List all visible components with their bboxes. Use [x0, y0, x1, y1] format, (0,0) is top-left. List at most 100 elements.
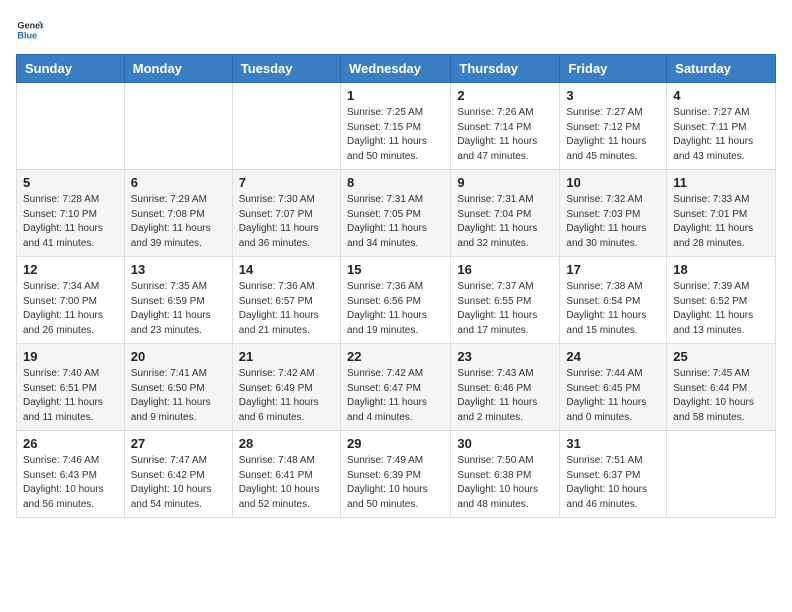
column-header-friday: Friday	[560, 55, 667, 83]
calendar-cell: 21 Sunrise: 7:42 AM Sunset: 6:49 PM Dayli…	[232, 344, 340, 431]
day-info: Sunrise: 7:33 AM Sunset: 7:01 PM Dayligh…	[673, 193, 769, 251]
day-info: Sunrise: 7:26 AM Sunset: 7:14 PM Dayligh…	[457, 106, 553, 164]
calendar-cell: 2 Sunrise: 7:26 AM Sunset: 7:14 PM Daylig…	[451, 83, 560, 170]
calendar-week-row: 26 Sunrise: 7:46 AM Sunset: 6:43 PM Dayli…	[17, 431, 776, 518]
day-number: 1	[347, 88, 444, 103]
calendar-week-row: 12 Sunrise: 7:34 AM Sunset: 7:00 PM Dayli…	[17, 257, 776, 344]
calendar-cell: 15 Sunrise: 7:36 AM Sunset: 6:56 PM Dayli…	[340, 257, 450, 344]
calendar-week-row: 5 Sunrise: 7:28 AM Sunset: 7:10 PM Daylig…	[17, 170, 776, 257]
calendar-cell: 30 Sunrise: 7:50 AM Sunset: 6:38 PM Dayli…	[451, 431, 560, 518]
day-number: 21	[239, 349, 334, 364]
day-info: Sunrise: 7:32 AM Sunset: 7:03 PM Dayligh…	[566, 193, 660, 251]
logo-icon: General Blue	[16, 16, 44, 44]
day-info: Sunrise: 7:31 AM Sunset: 7:05 PM Dayligh…	[347, 193, 444, 251]
day-number: 25	[673, 349, 769, 364]
day-info: Sunrise: 7:36 AM Sunset: 6:57 PM Dayligh…	[239, 280, 334, 338]
day-number: 4	[673, 88, 769, 103]
day-info: Sunrise: 7:31 AM Sunset: 7:04 PM Dayligh…	[457, 193, 553, 251]
calendar-cell: 12 Sunrise: 7:34 AM Sunset: 7:00 PM Dayli…	[17, 257, 125, 344]
day-info: Sunrise: 7:44 AM Sunset: 6:45 PM Dayligh…	[566, 367, 660, 425]
day-info: Sunrise: 7:51 AM Sunset: 6:37 PM Dayligh…	[566, 454, 660, 512]
day-info: Sunrise: 7:30 AM Sunset: 7:07 PM Dayligh…	[239, 193, 334, 251]
day-info: Sunrise: 7:42 AM Sunset: 6:49 PM Dayligh…	[239, 367, 334, 425]
day-number: 19	[23, 349, 118, 364]
day-number: 9	[457, 175, 553, 190]
day-info: Sunrise: 7:37 AM Sunset: 6:55 PM Dayligh…	[457, 280, 553, 338]
calendar-cell: 28Sunrise: 7:48 AM Sunset: 6:41 PM Dayli…	[232, 431, 340, 518]
day-number: 31	[566, 436, 660, 451]
day-info: Sunrise: 7:36 AM Sunset: 6:56 PM Dayligh…	[347, 280, 444, 338]
calendar-cell	[17, 83, 125, 170]
day-info: Sunrise: 7:34 AM Sunset: 7:00 PM Dayligh…	[23, 280, 118, 338]
day-number: 20	[131, 349, 226, 364]
day-info: Sunrise: 7:41 AM Sunset: 6:50 PM Dayligh…	[131, 367, 226, 425]
day-number: 17	[566, 262, 660, 277]
day-number: 24	[566, 349, 660, 364]
page-header: General Blue	[16, 16, 776, 44]
day-info: Sunrise: 7:49 AM Sunset: 6:39 PM Dayligh…	[347, 454, 444, 512]
day-number: 30	[457, 436, 553, 451]
calendar-cell: 20 Sunrise: 7:41 AM Sunset: 6:50 PM Dayli…	[124, 344, 232, 431]
logo: General Blue	[16, 16, 44, 44]
day-number: 2	[457, 88, 553, 103]
calendar-cell: 1 Sunrise: 7:25 AM Sunset: 7:15 PM Daylig…	[340, 83, 450, 170]
day-info: Sunrise: 7:48 AM Sunset: 6:41 PM Dayligh…	[239, 454, 334, 512]
calendar-cell: 7 Sunrise: 7:30 AM Sunset: 7:07 PM Daylig…	[232, 170, 340, 257]
calendar-cell: 8 Sunrise: 7:31 AM Sunset: 7:05 PM Daylig…	[340, 170, 450, 257]
column-header-thursday: Thursday	[451, 55, 560, 83]
calendar-cell: 26 Sunrise: 7:46 AM Sunset: 6:43 PM Dayli…	[17, 431, 125, 518]
calendar-week-row: 1 Sunrise: 7:25 AM Sunset: 7:15 PM Daylig…	[17, 83, 776, 170]
day-info: Sunrise: 7:27 AM Sunset: 7:11 PM Dayligh…	[673, 106, 769, 164]
calendar-cell: 4 Sunrise: 7:27 AM Sunset: 7:11 PM Daylig…	[667, 83, 776, 170]
column-header-tuesday: Tuesday	[232, 55, 340, 83]
day-number: 15	[347, 262, 444, 277]
day-info: Sunrise: 7:50 AM Sunset: 6:38 PM Dayligh…	[457, 454, 553, 512]
day-number: 27	[131, 436, 226, 451]
calendar-cell: 25Sunrise: 7:45 AM Sunset: 6:44 PM Dayli…	[667, 344, 776, 431]
calendar-week-row: 19 Sunrise: 7:40 AM Sunset: 6:51 PM Dayli…	[17, 344, 776, 431]
day-info: Sunrise: 7:29 AM Sunset: 7:08 PM Dayligh…	[131, 193, 226, 251]
calendar-cell: 18 Sunrise: 7:39 AM Sunset: 6:52 PM Dayli…	[667, 257, 776, 344]
day-number: 23	[457, 349, 553, 364]
day-number: 26	[23, 436, 118, 451]
calendar-cell: 16Sunrise: 7:37 AM Sunset: 6:55 PM Dayli…	[451, 257, 560, 344]
day-info: Sunrise: 7:27 AM Sunset: 7:12 PM Dayligh…	[566, 106, 660, 164]
calendar-cell: 31 Sunrise: 7:51 AM Sunset: 6:37 PM Dayli…	[560, 431, 667, 518]
column-header-saturday: Saturday	[667, 55, 776, 83]
day-info: Sunrise: 7:25 AM Sunset: 7:15 PM Dayligh…	[347, 106, 444, 164]
day-number: 29	[347, 436, 444, 451]
calendar-cell: 10Sunrise: 7:32 AM Sunset: 7:03 PM Dayli…	[560, 170, 667, 257]
column-header-sunday: Sunday	[17, 55, 125, 83]
day-info: Sunrise: 7:35 AM Sunset: 6:59 PM Dayligh…	[131, 280, 226, 338]
day-info: Sunrise: 7:46 AM Sunset: 6:43 PM Dayligh…	[23, 454, 118, 512]
calendar-cell: 3Sunrise: 7:27 AM Sunset: 7:12 PM Daylig…	[560, 83, 667, 170]
day-info: Sunrise: 7:38 AM Sunset: 6:54 PM Dayligh…	[566, 280, 660, 338]
day-info: Sunrise: 7:40 AM Sunset: 6:51 PM Dayligh…	[23, 367, 118, 425]
day-number: 12	[23, 262, 118, 277]
calendar-cell: 5 Sunrise: 7:28 AM Sunset: 7:10 PM Daylig…	[17, 170, 125, 257]
calendar-header-row: SundayMondayTuesdayWednesdayThursdayFrid…	[17, 55, 776, 83]
day-number: 5	[23, 175, 118, 190]
day-info: Sunrise: 7:42 AM Sunset: 6:47 PM Dayligh…	[347, 367, 444, 425]
day-number: 22	[347, 349, 444, 364]
calendar-cell: 22 Sunrise: 7:42 AM Sunset: 6:47 PM Dayli…	[340, 344, 450, 431]
day-number: 6	[131, 175, 226, 190]
day-info: Sunrise: 7:28 AM Sunset: 7:10 PM Dayligh…	[23, 193, 118, 251]
day-number: 13	[131, 262, 226, 277]
day-info: Sunrise: 7:39 AM Sunset: 6:52 PM Dayligh…	[673, 280, 769, 338]
day-info: Sunrise: 7:47 AM Sunset: 6:42 PM Dayligh…	[131, 454, 226, 512]
calendar-cell: 23Sunrise: 7:43 AM Sunset: 6:46 PM Dayli…	[451, 344, 560, 431]
calendar-cell: 17 Sunrise: 7:38 AM Sunset: 6:54 PM Dayli…	[560, 257, 667, 344]
day-number: 8	[347, 175, 444, 190]
day-number: 18	[673, 262, 769, 277]
day-number: 7	[239, 175, 334, 190]
calendar-cell	[667, 431, 776, 518]
calendar-cell: 11Sunrise: 7:33 AM Sunset: 7:01 PM Dayli…	[667, 170, 776, 257]
column-header-monday: Monday	[124, 55, 232, 83]
calendar-cell	[232, 83, 340, 170]
column-header-wednesday: Wednesday	[340, 55, 450, 83]
svg-text:Blue: Blue	[17, 30, 37, 40]
calendar-cell: 27 Sunrise: 7:47 AM Sunset: 6:42 PM Dayli…	[124, 431, 232, 518]
calendar-table: SundayMondayTuesdayWednesdayThursdayFrid…	[16, 54, 776, 518]
calendar-cell	[124, 83, 232, 170]
